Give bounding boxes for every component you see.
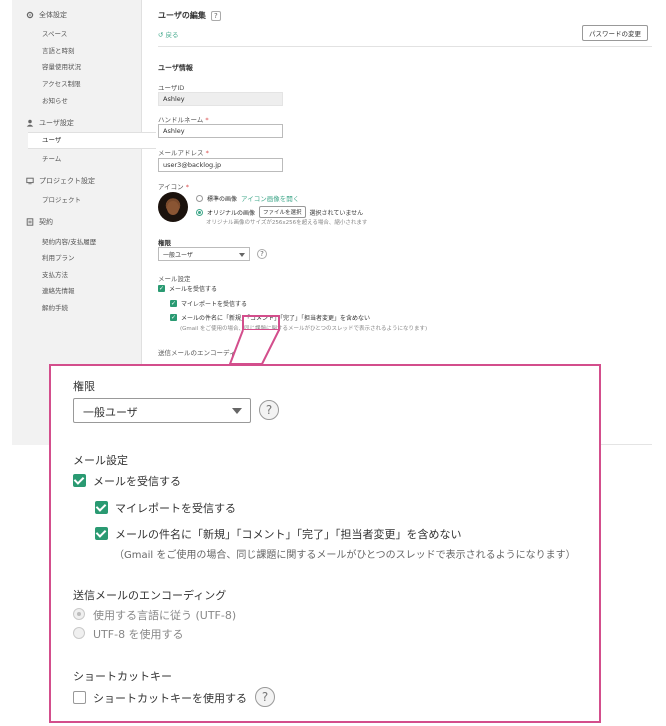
back-link[interactable]: ↺ 戻る [158,29,179,39]
sidebar-item-news[interactable]: お知らせ [42,95,68,105]
sidebar-item-contact[interactable]: 連絡先情報 [42,285,75,295]
zoom-mail-receive-checkbox[interactable] [73,474,86,487]
zoom-callout: 権限 一般ユーザ ? メール設定 メールを受信する マイレポートを受信する メー… [49,364,601,723]
check-icon: ✓ [158,285,165,292]
zoom-mail-subject-label[interactable]: メールの件名に「新規」「コメント」「完了」「担当者変更」を含めない [115,526,462,542]
user-icon [26,119,34,127]
email-label: メールアドレス * [158,149,209,157]
file-select-button[interactable]: ファイルを選択 [259,206,306,218]
change-password-button[interactable]: パスワードの変更 [582,25,648,41]
contract-icon [26,218,34,226]
mail-label: メール設定 [158,275,191,283]
zoom-encoding-radio-utf8 [73,627,85,639]
zoom-mail-report-checkbox[interactable] [95,501,108,514]
check-icon: ✓ [170,314,177,321]
mail-note: (Gmail をご使用の場合、同じ課題に関するメールがひとつのスレッドで表示され… [180,326,428,332]
divider [158,46,652,47]
sidebar-item-cancel[interactable]: 解約手続 [42,302,68,312]
help-icon[interactable]: ? [259,400,279,420]
zoom-encoding-label: 送信メールのエンコーディング [73,589,227,602]
help-icon[interactable]: ? [210,10,221,21]
monitor-icon [26,177,34,185]
sidebar-item-contract-history[interactable]: 契約内容/支払履歴 [42,236,96,246]
zoom-shortcut-checkbox[interactable] [73,691,86,704]
sidebar-item-projects[interactable]: プロジェクト [42,194,81,204]
sidebar-item-space[interactable]: スペース [42,28,67,38]
role-select[interactable]: 一般ユーザ [158,247,250,261]
help-icon[interactable]: ? [257,249,267,259]
zoom-mail-report-label[interactable]: マイレポートを受信する [115,500,236,516]
sidebar-item-teams[interactable]: チーム [42,153,61,163]
icon-option-default[interactable]: 標準の画像 アイコン画像を開く [196,193,299,203]
icon-note: オリジナル画像のサイズが256x256を超える場合、縮小されます [206,220,368,226]
icon-option-original[interactable]: オリジナルの画像 ファイルを選択 選択されていません [196,206,363,218]
sidebar-group-projects[interactable]: プロジェクト設定 [26,176,95,186]
check-icon: ✓ [170,300,177,307]
user-id-label: ユーザID [158,84,185,92]
encoding-label: 送信メールのエンコーディング [158,349,249,357]
zoom-encoding-option-language: 使用する言語に従う (UTF-8) [93,609,237,622]
zoom-role-select[interactable]: 一般ユーザ [73,398,251,423]
zoom-mail-note: （Gmail をご使用の場合、同じ課題に関するメールがひとつのスレッドで表示され… [114,550,576,561]
mail-report-row[interactable]: ✓ マイレポートを受信する [170,299,247,308]
page-title: ユーザの編集 [158,11,206,20]
handle-label: ハンドルネーム * [158,116,209,124]
avatar [158,192,188,222]
sidebar-item-payment[interactable]: 支払方法 [42,269,68,279]
sidebar-group-general[interactable]: 全体設定 [26,10,67,20]
mail-receive-row[interactable]: ✓ メールを受信する [158,284,217,293]
gear-icon [26,11,34,19]
email-field[interactable]: user3@backlog.jp [158,158,283,172]
role-label: 権限 [158,239,171,247]
mail-subject-row[interactable]: ✓ メールの件名に「新規」「コメント」「完了」「担当者変更」を含めない [170,313,370,322]
sidebar-group-contract[interactable]: 契約 [26,217,53,227]
radio-original-icon[interactable] [196,208,203,216]
handle-field[interactable]: Ashley [158,124,283,138]
open-icon-link[interactable]: アイコン画像を開く [241,193,299,203]
icon-label: アイコン * [158,183,190,191]
chevron-down-icon [239,253,245,257]
help-icon[interactable]: ? [255,687,275,707]
radio-default-icon[interactable] [196,194,203,202]
sidebar-item-access[interactable]: アクセス制限 [42,78,81,88]
zoom-mail-subject-checkbox[interactable] [95,527,108,540]
zoom-shortcut-label: ショートカットキー [73,670,172,683]
section-title: ユーザ情報 [158,64,193,72]
chevron-down-icon [232,408,242,414]
sidebar-item-usage[interactable]: 容量使用状況 [42,61,81,71]
sidebar-item-plan[interactable]: 利用プラン [42,252,75,262]
zoom-mail-receive-label[interactable]: メールを受信する [93,473,181,489]
zoom-shortcut-option-label[interactable]: ショートカットキーを使用する [93,690,247,706]
user-id-field: Ashley [158,92,283,106]
zoom-encoding-radio-language [73,608,85,620]
zoom-encoding-option-utf8: UTF-8 を使用する [93,628,184,641]
zoom-mail-label: メール設定 [73,454,128,467]
sidebar-item-users[interactable]: ユーザ [28,132,156,149]
sidebar-group-users[interactable]: ユーザ設定 [26,118,74,128]
zoom-role-label: 権限 [73,380,95,393]
sidebar-item-language[interactable]: 言語と時刻 [42,45,75,55]
